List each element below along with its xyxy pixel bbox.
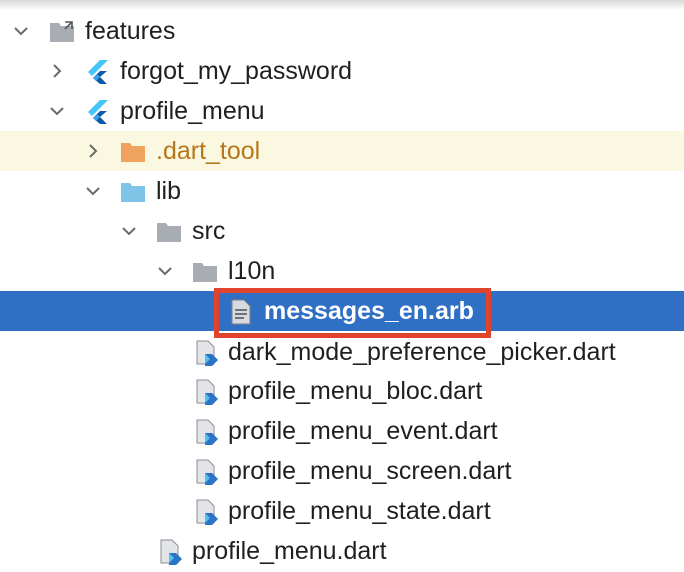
- tree-row-label: features: [85, 17, 176, 45]
- tree-row-forgot-my-password[interactable]: forgot_my_password: [0, 51, 684, 91]
- tree-row-profile-menu-state[interactable]: profile_menu_state.dart: [0, 491, 684, 531]
- dart-file-icon: [157, 539, 183, 565]
- folder-icon: [156, 219, 182, 245]
- tree-row-lib[interactable]: lib: [0, 171, 684, 211]
- tree-row-features[interactable]: features: [0, 11, 684, 51]
- folder-link-icon: [49, 19, 75, 45]
- scrolled-row-remnant: [0, 0, 684, 10]
- tree-row-label: profile_menu_bloc.dart: [228, 377, 483, 405]
- orange-folder-icon: [120, 139, 146, 165]
- dart-file-icon: [193, 459, 219, 485]
- tree-row-label: profile_menu: [120, 97, 265, 125]
- chevron-down-icon[interactable]: [120, 222, 138, 240]
- chevron-right-icon[interactable]: [48, 62, 66, 80]
- dart-file-icon: [193, 419, 219, 445]
- tree-row-profile-menu-screen[interactable]: profile_menu_screen.dart: [0, 451, 684, 491]
- tree-row-label: profile_menu_state.dart: [228, 497, 491, 525]
- tree-row-l10n[interactable]: l10n: [0, 251, 684, 291]
- blue-folder-icon: [120, 179, 146, 205]
- chevron-down-icon[interactable]: [84, 182, 102, 200]
- tree-row-dark-mode-preference-picker[interactable]: dark_mode_preference_picker.dart: [0, 332, 684, 372]
- chevron-down-icon[interactable]: [156, 262, 174, 280]
- chevron-down-icon[interactable]: [12, 22, 30, 40]
- tree-row-label: dark_mode_preference_picker.dart: [228, 338, 616, 366]
- chevron-down-icon[interactable]: [48, 102, 66, 120]
- tree-row-label: l10n: [228, 257, 276, 285]
- tree-row-profile-menu-dart[interactable]: profile_menu.dart: [0, 531, 684, 571]
- project-tree: features forgot_my_password profile_menu…: [0, 0, 684, 572]
- tree-row-label: profile_menu.dart: [192, 537, 387, 565]
- tree-row-label: src: [192, 217, 226, 245]
- flutter-icon: [85, 99, 111, 125]
- flutter-icon: [85, 59, 111, 85]
- tree-row-label: profile_menu_screen.dart: [228, 457, 512, 485]
- tree-row-label: forgot_my_password: [120, 57, 353, 85]
- tree-row-dart-tool[interactable]: .dart_tool: [0, 131, 684, 171]
- dart-file-icon: [193, 379, 219, 405]
- tree-row-label: profile_menu_event.dart: [228, 417, 498, 445]
- tree-row-label: lib: [156, 177, 182, 205]
- tree-row-profile-menu-event[interactable]: profile_menu_event.dart: [0, 411, 684, 451]
- dart-file-icon: [193, 499, 219, 525]
- tree-row-profile-menu[interactable]: profile_menu: [0, 91, 684, 131]
- folder-icon: [192, 259, 218, 285]
- tree-row-src[interactable]: src: [0, 211, 684, 251]
- tree-row-profile-menu-bloc[interactable]: profile_menu_bloc.dart: [0, 371, 684, 411]
- dart-file-icon: [193, 340, 219, 366]
- chevron-right-icon[interactable]: [84, 142, 102, 160]
- tree-row-label: .dart_tool: [156, 137, 261, 165]
- highlight-annotation-box: [214, 288, 491, 338]
